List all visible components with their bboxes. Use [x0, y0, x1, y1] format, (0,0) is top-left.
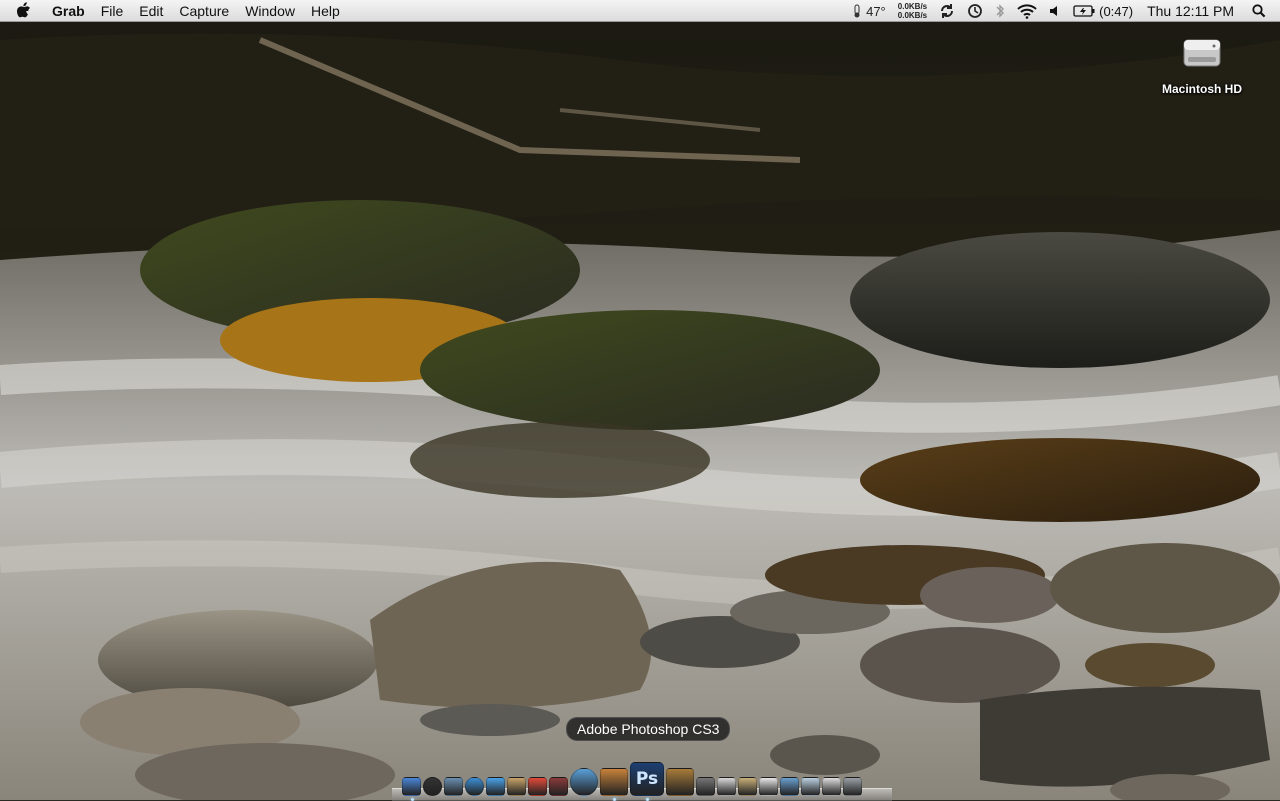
menu-app-name[interactable]: Grab — [52, 0, 93, 22]
dock-item-script-editor[interactable] — [717, 777, 736, 796]
dock-item-ical[interactable] — [528, 777, 547, 796]
dock-item-iphoto[interactable] — [600, 768, 628, 801]
weather-icon — [854, 4, 860, 18]
network-monitor[interactable]: 0.0KB/s 0.0KB/s — [892, 0, 933, 22]
weather-status[interactable]: 47° — [845, 0, 892, 22]
dock-item-finder[interactable] — [402, 777, 421, 801]
dock-item-ichat[interactable] — [486, 777, 505, 796]
volume-icon[interactable] — [1043, 0, 1067, 22]
dock: Ps — [402, 752, 862, 801]
sync-icon[interactable] — [933, 0, 961, 22]
menu-capture[interactable]: Capture — [171, 0, 237, 22]
dock-item-photoshop[interactable]: Ps — [630, 762, 664, 801]
desktop-icon-label: Macintosh HD — [1161, 82, 1242, 96]
battery-time-text: (0:47) — [1099, 3, 1134, 19]
dock-item-downloads-stack[interactable] — [759, 777, 778, 796]
status-area: 47° 0.0KB/s 0.0KB/s (0:47) Thu 12:11 PM — [845, 0, 1280, 22]
dock-item-itunes[interactable] — [570, 768, 598, 796]
clock[interactable]: Thu 12:11 PM — [1139, 3, 1246, 19]
dock-item-safari[interactable] — [465, 777, 484, 796]
battery-icon — [1073, 5, 1095, 17]
menu-edit[interactable]: Edit — [131, 0, 171, 22]
bluetooth-icon[interactable] — [989, 0, 1011, 22]
dock-item-photo-booth[interactable] — [549, 777, 568, 796]
dock-item-image-capture[interactable] — [666, 768, 694, 796]
hard-drive-icon — [1183, 39, 1221, 67]
dock-item-system-preferences[interactable] — [696, 777, 715, 796]
net-up-text: 0.0KB/s — [897, 2, 928, 11]
dock-item-address-book[interactable] — [507, 777, 526, 796]
dock-tooltip: Adobe Photoshop CS3 — [566, 717, 731, 741]
wifi-icon[interactable] — [1011, 0, 1043, 22]
dock-item-trash[interactable] — [843, 777, 862, 796]
dock-item-dashboard[interactable] — [423, 777, 442, 796]
dock-item-applications-folder[interactable] — [780, 777, 799, 796]
desktop-icon-macintosh-hd[interactable]: Macintosh HD — [1150, 30, 1254, 96]
dock-item-mail-document[interactable] — [801, 777, 820, 796]
menu-file[interactable]: File — [93, 0, 132, 22]
dock-item-documents-stack[interactable] — [738, 777, 757, 796]
menu-help[interactable]: Help — [303, 0, 348, 22]
dock-item-drive-stack[interactable] — [822, 777, 841, 796]
time-machine-icon[interactable] — [961, 0, 989, 22]
battery-status[interactable]: (0:47) — [1067, 0, 1139, 22]
net-down-text: 0.0KB/s — [897, 11, 928, 20]
desktop-wallpaper — [0, 0, 1280, 800]
menu-bar: Grab File Edit Capture Window Help 47° 0… — [0, 0, 1280, 22]
menu-window[interactable]: Window — [237, 0, 303, 22]
dock-item-preview[interactable] — [444, 777, 463, 796]
apple-icon[interactable] — [16, 2, 38, 19]
temperature-text: 47° — [866, 3, 886, 19]
dock-item-label: Ps — [635, 769, 659, 789]
spotlight-icon[interactable] — [1246, 0, 1280, 22]
